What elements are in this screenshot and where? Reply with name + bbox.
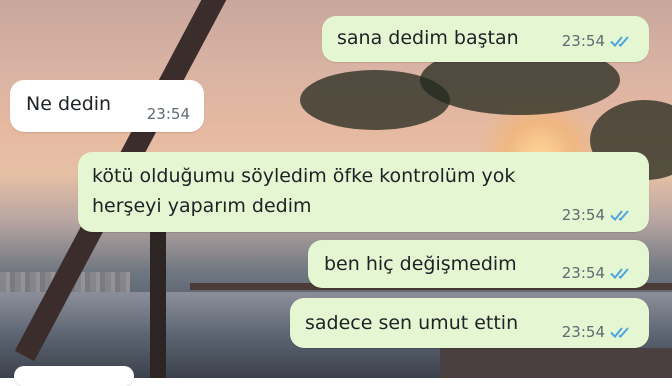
message-text-line: kötü olduğumu söyledim öfke kontrolüm yo… bbox=[92, 165, 516, 187]
outgoing-message-bubble[interactable]: ben hiç değişmedim 23:54 bbox=[308, 240, 649, 288]
incoming-message-bubble-partial[interactable] bbox=[14, 366, 134, 386]
message-text: sadece sen umut ettin bbox=[305, 312, 519, 334]
message-text-line: herşeyi yaparım dedim bbox=[92, 195, 312, 217]
message-text: sana dedim baştan bbox=[337, 27, 519, 49]
message-text: ben hiç değişmedim bbox=[324, 253, 517, 275]
outgoing-message-bubble[interactable]: sana dedim baştan 23:54 bbox=[322, 16, 649, 62]
wallpaper-furniture bbox=[440, 348, 672, 378]
double-check-read-icon bbox=[610, 327, 629, 338]
message-meta: 23:54 bbox=[147, 105, 190, 123]
message-timestamp: 23:54 bbox=[146, 105, 190, 123]
double-check-read-icon bbox=[610, 210, 629, 221]
message-timestamp: 23:54 bbox=[561, 323, 605, 341]
incoming-message-bubble[interactable]: Ne dedin 23:54 bbox=[10, 80, 204, 132]
double-check-read-icon bbox=[610, 36, 629, 47]
message-timestamp: 23:54 bbox=[561, 32, 605, 50]
message-meta: 23:54 bbox=[562, 264, 633, 282]
outgoing-message-bubble[interactable]: sadece sen umut ettin 23:54 bbox=[290, 298, 649, 348]
message-text: Ne dedin bbox=[26, 93, 112, 115]
double-check-read-icon bbox=[610, 268, 629, 279]
message-meta: 23:54 bbox=[562, 323, 633, 341]
message-meta: 23:54 bbox=[562, 32, 633, 50]
message-timestamp: 23:54 bbox=[561, 264, 605, 282]
outgoing-message-bubble[interactable]: kötü olduğumu söyledim öfke kontrolüm yo… bbox=[78, 152, 649, 232]
message-meta: 23:54 bbox=[562, 206, 633, 224]
message-timestamp: 23:54 bbox=[561, 206, 605, 224]
